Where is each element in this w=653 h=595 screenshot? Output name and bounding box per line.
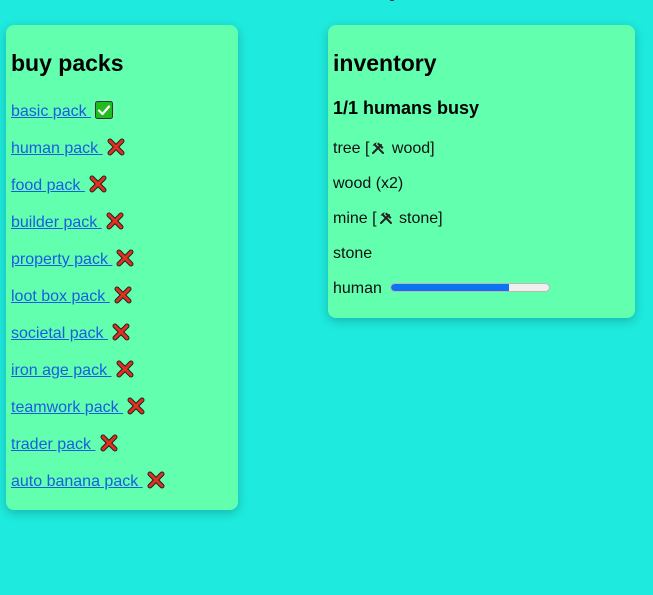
cross-icon (116, 249, 134, 271)
top-edge-glyph (390, 0, 394, 1)
buy-packs-title: buy packs (11, 50, 124, 76)
pack-link-loot-box[interactable]: loot box pack (11, 286, 165, 323)
pack-link-builder[interactable]: builder pack (11, 212, 165, 249)
buy-packs-panel: buy packs basic pack human pack food pac… (6, 25, 238, 510)
pack-link-trader[interactable]: trader pack (11, 434, 165, 471)
human-progress-bar (389, 283, 550, 293)
pack-link-basic[interactable]: basic pack (11, 101, 165, 138)
pack-link-societal[interactable]: societal pack (11, 323, 165, 360)
inventory-item-human[interactable]: human (333, 280, 550, 315)
cross-icon (127, 397, 145, 419)
inventory-panel: inventory 1/1 humans busy tree [ wood] w… (328, 25, 635, 318)
cross-icon (106, 212, 124, 234)
cross-icon (114, 286, 132, 308)
cross-icon (147, 471, 165, 493)
inventory-item-tree[interactable]: tree [ wood] (333, 140, 550, 175)
inventory-item-stone[interactable]: stone (333, 245, 550, 280)
cross-icon (107, 138, 125, 160)
pack-link-teamwork[interactable]: teamwork pack (11, 397, 165, 434)
check-icon (95, 101, 114, 123)
pack-link-property[interactable]: property pack (11, 249, 165, 286)
pack-link-food[interactable]: food pack (11, 175, 165, 212)
pack-link-iron-age[interactable]: iron age pack (11, 360, 165, 397)
inventory-list: tree [ wood] wood (x2) mine [ stone] sto… (333, 140, 550, 315)
cross-icon (100, 434, 118, 456)
inventory-item-mine[interactable]: mine [ stone] (333, 210, 550, 245)
inventory-title: inventory (333, 50, 437, 76)
hammer-pick-icon (371, 141, 385, 159)
pack-list: basic pack human pack food pack builder … (11, 101, 165, 508)
human-progress-fill (390, 284, 510, 292)
humans-busy-status: 1/1 humans busy (333, 98, 480, 118)
cross-icon (112, 323, 130, 345)
pack-link-human[interactable]: human pack (11, 138, 165, 175)
hammer-pick-icon (379, 211, 393, 229)
cross-icon (89, 175, 107, 197)
pack-link-auto-banana[interactable]: auto banana pack (11, 471, 165, 508)
cross-icon (116, 360, 134, 382)
inventory-item-wood[interactable]: wood (x2) (333, 175, 550, 210)
